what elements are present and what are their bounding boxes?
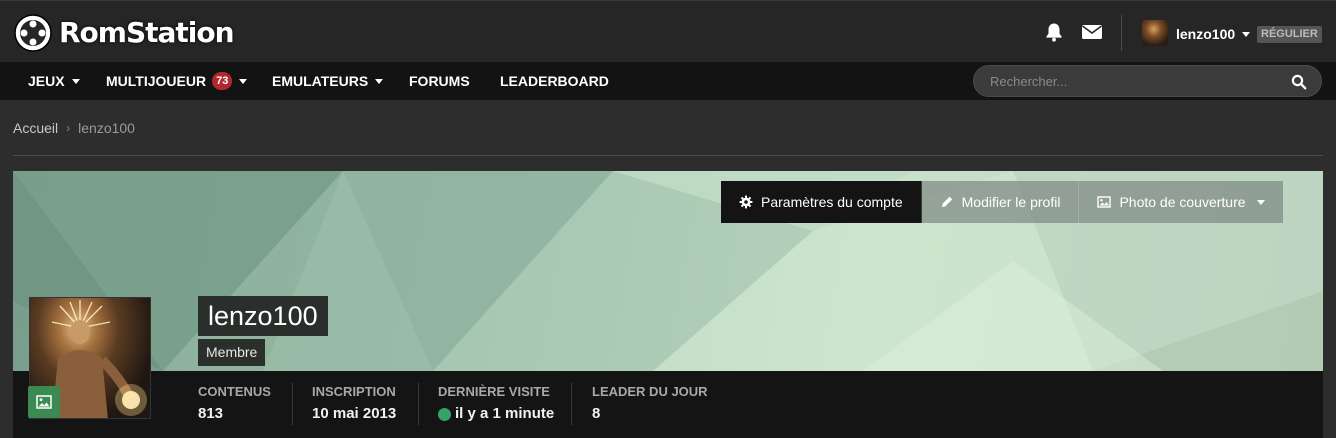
top-header: RomStation lenzo100 RÉGULIER — [0, 0, 1336, 62]
breadcrumb-home[interactable]: Accueil — [13, 120, 58, 136]
brand-name: RomStation — [59, 16, 235, 49]
breadcrumb-current: lenzo100 — [78, 120, 135, 136]
nav-label: MULTIJOUEUR — [106, 73, 207, 89]
cover-photo-button[interactable]: Photo de couverture — [1079, 181, 1283, 223]
breadcrumb: Accueil › lenzo100 — [13, 120, 135, 136]
nav-item-multijoueur[interactable]: MULTIJOUEUR 73 — [106, 62, 248, 100]
stat-leader-du-jour: LEADER DU JOUR 8 — [592, 384, 708, 423]
online-status-icon — [438, 407, 451, 421]
user-avatar[interactable] — [1142, 20, 1168, 46]
profile-name: lenzo100 — [198, 296, 328, 336]
user-rank-badge: RÉGULIER — [1257, 26, 1322, 43]
nav-label: FORUMS — [409, 73, 470, 89]
search-input[interactable] — [973, 65, 1322, 97]
search-icon[interactable] — [1291, 74, 1307, 90]
chevron-down-icon[interactable] — [1242, 32, 1250, 37]
nav-item-jeux[interactable]: JEUX — [28, 62, 80, 100]
chevron-down-icon — [1256, 199, 1265, 205]
account-settings-label: Paramètres du compte — [761, 194, 903, 210]
stat-label: INSCRIPTION — [312, 384, 396, 399]
notification-count-badge: 73 — [212, 72, 233, 90]
image-icon — [36, 395, 52, 409]
stat-value: il y a 1 minute — [438, 405, 554, 423]
chevron-down-icon — [375, 78, 384, 84]
stat-derniere-visite: DERNIÈRE VISITE il y a 1 minute — [438, 384, 554, 423]
chevron-right-icon: › — [66, 121, 71, 135]
profile-role: Membre — [198, 339, 266, 366]
user-menu-name[interactable]: lenzo100 — [1176, 26, 1235, 42]
stat-value-text: 813 — [198, 405, 224, 422]
stat-value-text: 8 — [592, 405, 601, 422]
stat-value-text: il y a 1 minute — [455, 405, 555, 422]
stat-value[interactable]: 8 — [592, 405, 708, 423]
gear-icon — [739, 195, 753, 209]
bell-icon[interactable] — [1043, 22, 1065, 42]
stat-contenus: CONTENUS 813 — [198, 384, 271, 423]
stat-label: DERNIÈRE VISITE — [438, 384, 550, 399]
change-cover-photo-button[interactable] — [28, 386, 60, 418]
nav-item-leaderboard[interactable]: LEADERBOARD — [500, 62, 609, 100]
profile-actions: Paramètres du compte Modifier le profil … — [721, 181, 1283, 223]
stat-divider — [418, 383, 419, 425]
image-icon — [1097, 196, 1112, 208]
nav-label: JEUX — [28, 73, 65, 89]
edit-profile-label: Modifier le profil — [961, 194, 1061, 210]
nav-item-forums[interactable]: FORUMS — [409, 62, 470, 100]
stat-inscription: INSCRIPTION 10 mai 2013 — [312, 384, 396, 423]
account-settings-button[interactable]: Paramètres du compte — [721, 181, 922, 223]
stat-value[interactable]: 813 — [198, 405, 271, 423]
nav-item-emulateurs[interactable]: EMULATEURS — [272, 62, 384, 100]
stat-divider — [571, 383, 572, 425]
pencil-icon — [941, 196, 952, 207]
stat-value-text: 10 mai 2013 — [312, 405, 397, 422]
chevron-down-icon — [71, 78, 80, 84]
nav-label: EMULATEURS — [272, 73, 369, 89]
stat-value: 10 mai 2013 — [312, 405, 396, 423]
envelope-icon[interactable] — [1081, 22, 1103, 42]
logo-icon — [14, 14, 52, 52]
divider — [13, 155, 1323, 156]
chevron-down-icon — [239, 78, 248, 84]
nav-label: LEADERBOARD — [500, 73, 609, 89]
stat-label: CONTENUS — [198, 384, 271, 399]
stat-label: LEADER DU JOUR — [592, 384, 708, 399]
cover-photo-label: Photo de couverture — [1119, 194, 1246, 210]
edit-profile-button[interactable]: Modifier le profil — [921, 181, 1080, 223]
site-logo[interactable]: RomStation — [13, 13, 235, 53]
stat-divider — [292, 383, 293, 425]
header-divider — [1121, 15, 1122, 51]
